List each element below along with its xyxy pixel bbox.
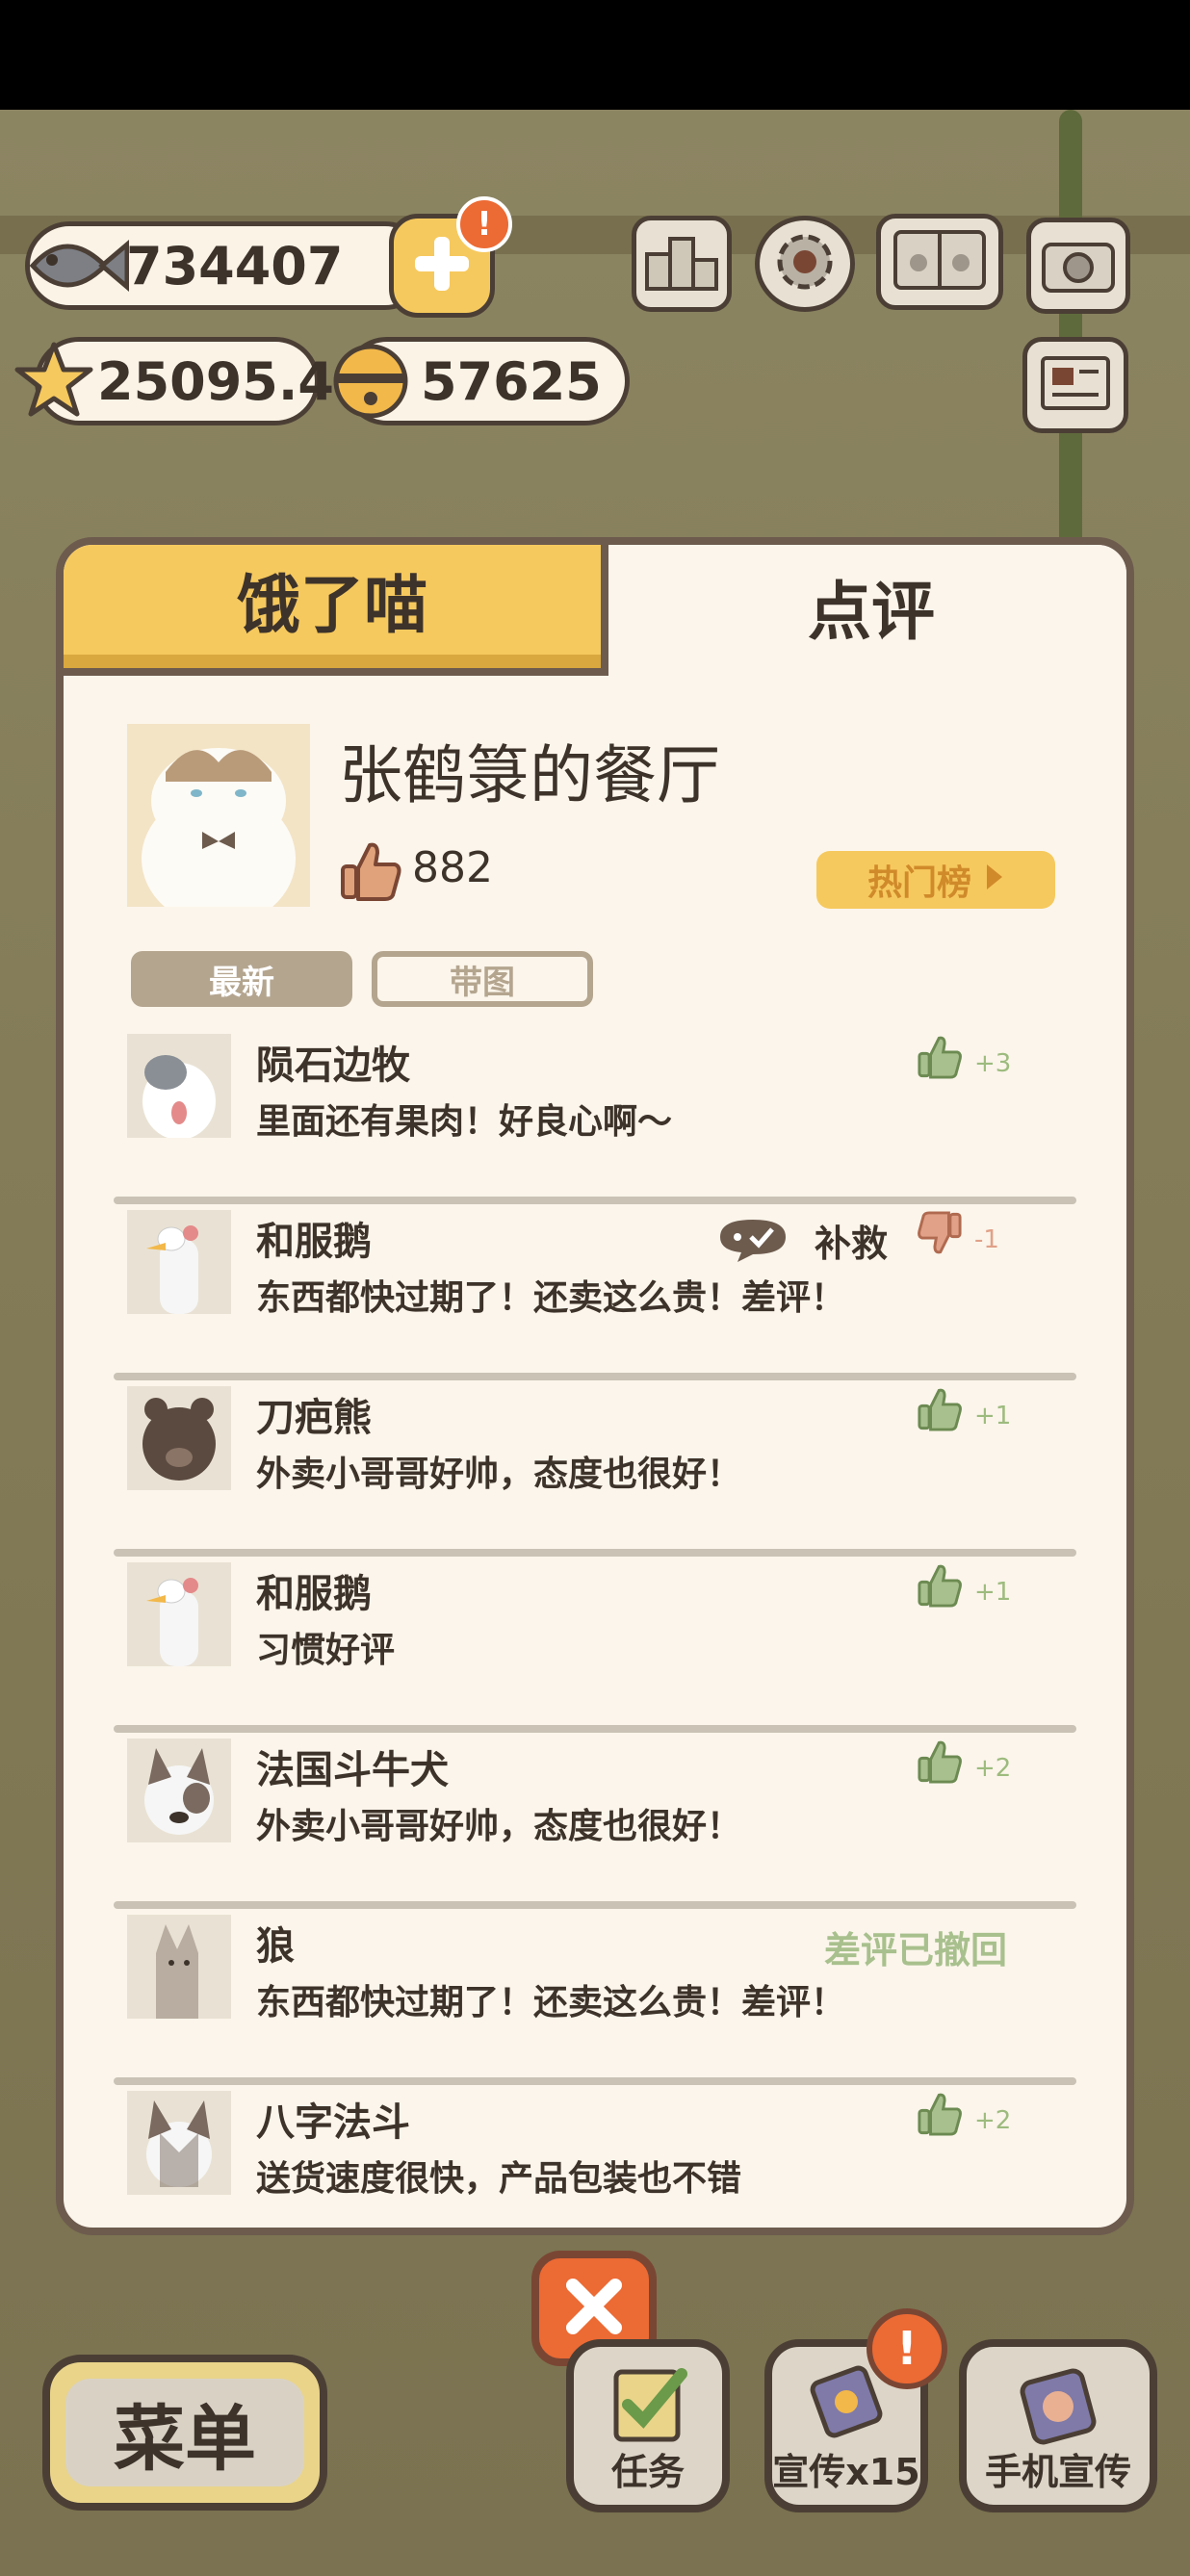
filter-latest[interactable]: 最新 [131,951,352,1007]
review-score: +2 [974,1754,1012,1783]
tab-reviews[interactable]: 点评 [608,545,1126,668]
reviewer-name: 八字法斗 [256,2100,410,2145]
review-text: 外卖小哥哥好帅，态度也很好！ [256,1807,742,1846]
newspaper-icon [1039,352,1112,418]
like-count: 882 [412,843,493,892]
collection-book-button[interactable] [876,214,1003,310]
menu-label: 菜单 [65,2379,304,2486]
star-icon [13,339,94,424]
reviewer-avatar [127,2091,231,2195]
review-score: +1 [974,1578,1012,1607]
review-item: 刀疤熊 外卖小哥哥好帅，态度也很好！ +1 [64,1380,1126,1557]
review-item: 陨石边牧 里面还有果肉！好良心啊～ +3 [64,1028,1126,1204]
chevron-right-icon [985,861,1004,900]
reviewer-avatar [127,1210,231,1314]
task-label: 任务 [610,2451,685,2493]
tab-hungry-meow[interactable]: 饿了喵 [64,545,601,668]
thumb-up-icon [917,1034,963,1084]
review-score: +2 [974,2106,1012,2135]
review-item: 八字法斗 送货速度很快，产品包装也不错 +2 [64,2085,1126,2228]
bell-value: 57625 [421,351,602,412]
separator [114,1373,1076,1380]
review-text: 外卖小哥哥好帅，态度也很好！ [256,1455,742,1494]
reviewer-name: 刀疤熊 [256,1396,372,1440]
separator [114,1901,1076,1909]
gear-icon [768,225,841,302]
camera-icon [1040,233,1117,298]
review-item: 法国斗牛犬 外卖小哥哥好帅，态度也很好！ +2 [64,1733,1126,1909]
review-text: 里面还有果肉！好良心啊～ [256,1102,673,1142]
promo-label: 宣传x15 [772,2451,920,2493]
review-text: 习惯好评 [256,1631,396,1670]
thumb-up-icon [917,1562,963,1612]
review-score: +1 [974,1402,1012,1430]
status-bar [0,0,1190,110]
settings-button[interactable] [755,216,855,312]
reviewer-name: 法国斗牛犬 [256,1748,449,1792]
filter-with-images[interactable]: 带图 [372,951,593,1007]
remedy-button[interactable]: 补救 [815,1214,888,1267]
paw-book-icon [892,226,988,297]
retracted-label: 差评已撤回 [824,1929,1008,1971]
star-value: 25095.4 [97,351,334,412]
separator [114,1725,1076,1733]
review-text: 东西都快过期了！还卖这么贵！差评！ [256,1983,846,2022]
separator [114,1197,1076,1204]
reviewer-avatar [127,1562,231,1666]
task-button[interactable]: 任务 [566,2339,730,2512]
restaurant-name: 张鹤箓的餐厅 [339,738,720,812]
review-text: 送货速度很快，产品包装也不错 [256,2159,742,2199]
fish-value: 734407 [126,236,344,296]
review-score: -1 [974,1225,999,1254]
reviewer-avatar [127,1034,231,1138]
thumb-up-icon [917,2091,963,2141]
phone-promo-button[interactable]: 手机宣传 [959,2339,1157,2512]
review-list[interactable]: 陨石边牧 里面还有果肉！好良心啊～ +3 和服鹅 东西都快过期了！还卖这么贵！差… [64,1028,1126,2228]
ranking-button[interactable] [632,216,732,312]
hot-list-button[interactable]: 热门榜 [816,851,1055,909]
separator [114,2077,1076,2085]
checklist-icon [605,2360,691,2451]
hot-list-label: 热门榜 [867,863,971,903]
reviewer-name: 狼 [256,1924,295,1969]
tab-underline [64,668,608,676]
review-score: +3 [974,1049,1012,1078]
newspaper-button[interactable] [1022,337,1128,433]
review-item: 和服鹅 东西都快过期了！还卖这么贵！差评！ 补救 -1 [64,1204,1126,1380]
owner-avatar [127,724,310,907]
close-icon [563,2276,625,2341]
reviewer-avatar [127,1915,231,2019]
review-panel: 饿了喵 点评 张鹤箓的餐厅 882 热门榜 最新 带图 陨石边牧 里面还有果肉！… [56,537,1134,2235]
review-item: 和服鹅 习惯好评 +1 [64,1557,1126,1733]
reviewer-name: 和服鹅 [256,1572,372,1616]
thumb-up-icon [339,839,402,907]
review-item: 狼 东西都快过期了！还卖这么贵！差评！ 差评已撤回 [64,1909,1126,2085]
separator [114,1549,1076,1557]
bell-icon [327,335,414,425]
alert-badge: ! [456,196,512,252]
reviewer-name: 和服鹅 [256,1220,372,1264]
fish-icon [13,218,130,318]
reply-bubble-icon[interactable] [714,1216,791,1268]
thumb-down-icon [917,1210,963,1260]
reviewer-name: 陨石边牧 [256,1043,410,1088]
review-text: 东西都快过期了！还卖这么贵！差评！ [256,1278,846,1318]
ranking-podium-icon [643,231,720,296]
reviewer-avatar [127,1386,231,1490]
camera-button[interactable] [1026,218,1130,314]
phone-promo-label: 手机宣传 [984,2451,1131,2493]
tab-divider [601,545,608,676]
thumb-up-icon [917,1739,963,1789]
reviewer-avatar [127,1739,231,1842]
thumb-up-icon [917,1386,963,1436]
promo-alert-badge: ! [867,2308,947,2389]
menu-button[interactable]: 菜单 [42,2355,327,2511]
